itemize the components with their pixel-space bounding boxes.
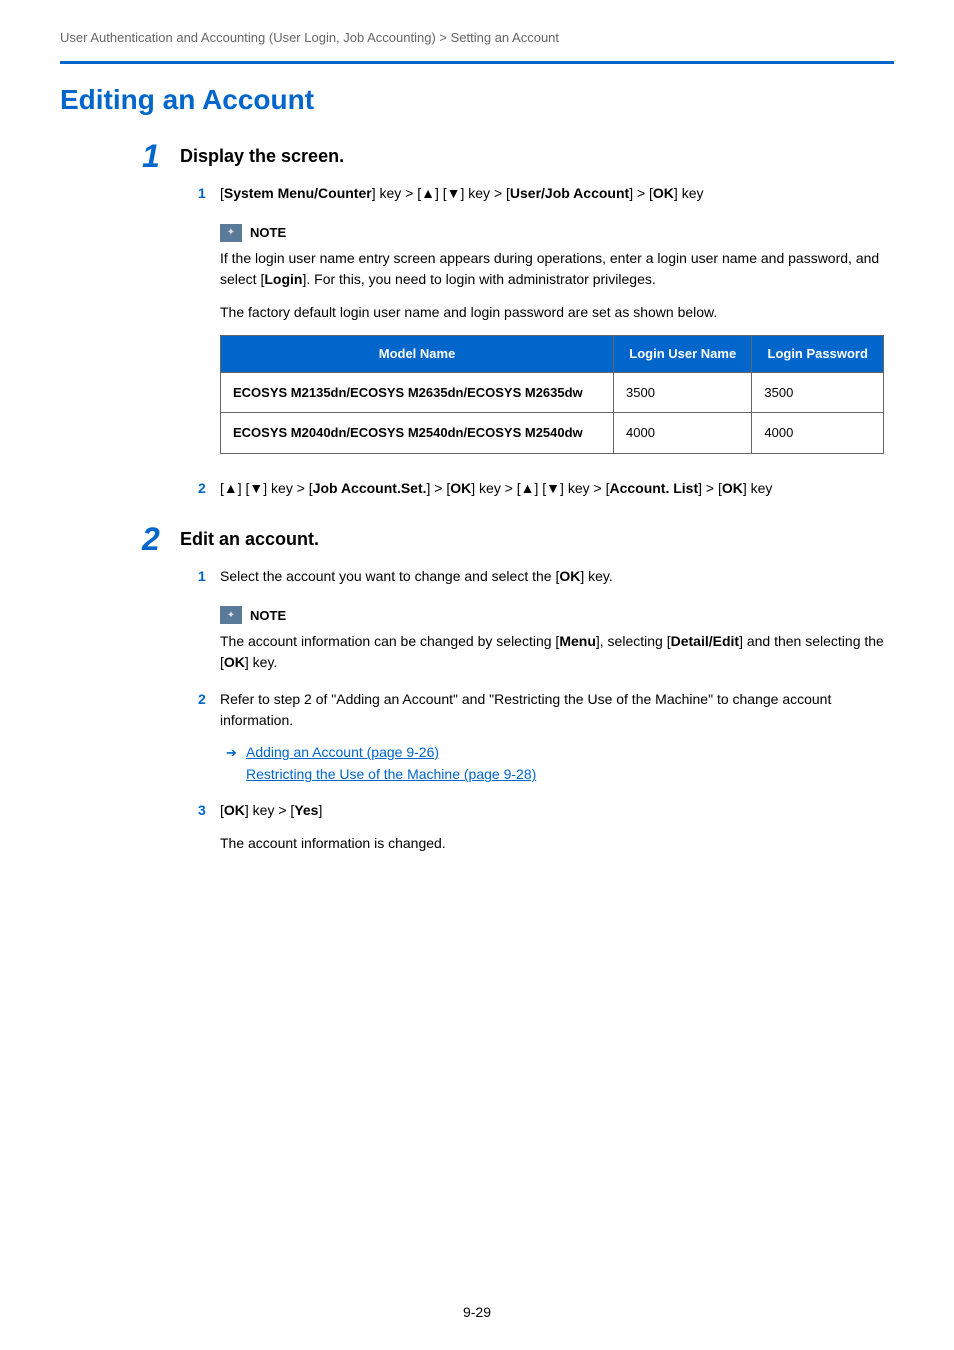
td-password: 4000 bbox=[752, 413, 884, 454]
td-username: 4000 bbox=[614, 413, 752, 454]
step-1: 1 Display the screen. 1 [System Menu/Cou… bbox=[180, 146, 894, 499]
td-password: 3500 bbox=[752, 372, 884, 413]
substep-number: 2 bbox=[198, 689, 206, 710]
arrow-icon: ➔ bbox=[226, 743, 237, 764]
page-number: 9-29 bbox=[0, 1304, 954, 1320]
note-label: NOTE bbox=[250, 606, 286, 626]
step-2-sub-3: 3 [OK] key > [Yes] bbox=[220, 800, 894, 821]
header-divider bbox=[60, 61, 894, 64]
td-username: 3500 bbox=[614, 372, 752, 413]
step-1-sub-1: 1 [System Menu/Counter] key > [▲] [▼] ke… bbox=[220, 183, 894, 204]
td-model: ECOSYS M2040dn/ECOSYS M2540dn/ECOSYS M25… bbox=[221, 413, 614, 454]
note-block-1: NOTE If the login user name entry screen… bbox=[220, 220, 884, 454]
step-2-number: 2 bbox=[142, 521, 160, 558]
substep-number: 2 bbox=[198, 478, 206, 499]
note-text-1: If the login user name entry screen appe… bbox=[220, 248, 884, 290]
th-password: Login Password bbox=[752, 336, 884, 373]
step-2: 2 Edit an account. 1 Select the account … bbox=[180, 529, 894, 851]
note-icon bbox=[220, 224, 242, 242]
th-username: Login User Name bbox=[614, 336, 752, 373]
note-icon bbox=[220, 606, 242, 624]
note-header: NOTE bbox=[220, 606, 286, 626]
step-2-title: Edit an account. bbox=[180, 529, 894, 550]
step-2-sub-2: 2 Refer to step 2 of "Adding an Account"… bbox=[220, 689, 894, 786]
link-list: ➔ Adding an Account (page 9-26) Restrict… bbox=[246, 741, 894, 786]
login-credentials-table: Model Name Login User Name Login Passwor… bbox=[220, 335, 884, 454]
step-2-sub-1: 1 Select the account you want to change … bbox=[220, 566, 894, 587]
substep-text: [▲] [▼] key > [Job Account.Set.] > [OK] … bbox=[220, 480, 772, 496]
note-block-2: NOTE The account information can be chan… bbox=[220, 603, 884, 673]
note-header: NOTE bbox=[220, 223, 286, 243]
breadcrumb: User Authentication and Accounting (User… bbox=[60, 30, 894, 53]
substep-number: 1 bbox=[198, 566, 206, 587]
page-title: Editing an Account bbox=[60, 84, 894, 116]
note-text-2: The factory default login user name and … bbox=[220, 302, 884, 323]
step-1-sub-2: 2 [▲] [▼] key > [Job Account.Set.] > [OK… bbox=[220, 478, 894, 499]
link-adding-account[interactable]: Adding an Account (page 9-26) bbox=[246, 744, 439, 760]
link-restricting-use[interactable]: Restricting the Use of the Machine (page… bbox=[246, 766, 536, 782]
substep-text: Select the account you want to change an… bbox=[220, 568, 613, 584]
table-row: ECOSYS M2135dn/ECOSYS M2635dn/ECOSYS M26… bbox=[221, 372, 884, 413]
note-label: NOTE bbox=[250, 223, 286, 243]
step-1-title: Display the screen. bbox=[180, 146, 894, 167]
table-row: ECOSYS M2040dn/ECOSYS M2540dn/ECOSYS M25… bbox=[221, 413, 884, 454]
result-text: The account information is changed. bbox=[220, 835, 894, 851]
note-text: The account information can be changed b… bbox=[220, 631, 884, 673]
substep-number: 3 bbox=[198, 800, 206, 821]
td-model: ECOSYS M2135dn/ECOSYS M2635dn/ECOSYS M26… bbox=[221, 372, 614, 413]
substep-text: Refer to step 2 of "Adding an Account" a… bbox=[220, 691, 831, 728]
step-1-number: 1 bbox=[142, 138, 160, 175]
th-model: Model Name bbox=[221, 336, 614, 373]
substep-text: [System Menu/Counter] key > [▲] [▼] key … bbox=[220, 185, 704, 201]
substep-text: [OK] key > [Yes] bbox=[220, 802, 322, 818]
substep-number: 1 bbox=[198, 183, 206, 204]
